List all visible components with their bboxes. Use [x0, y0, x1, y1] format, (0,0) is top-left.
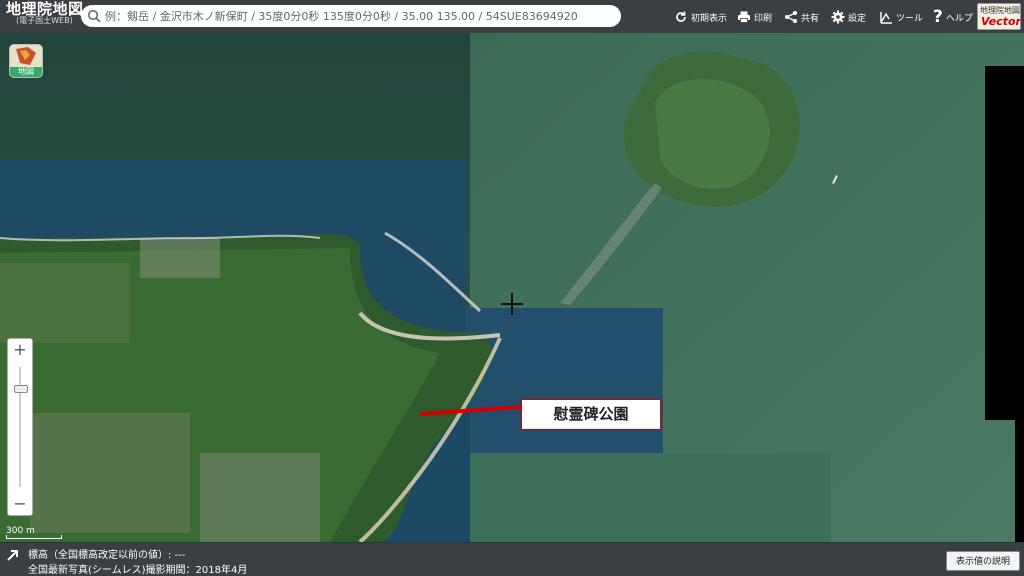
printer-icon [738, 11, 750, 23]
map-annotation-label[interactable]: 慰霊碑公園 [521, 399, 661, 430]
photo-period-text: 全国最新写真(シームレス)撮影期間：2018年4月 [28, 565, 248, 576]
help-label: ヘルプ [945, 13, 973, 24]
zoom-control: + − [7, 338, 33, 516]
gear-icon [831, 10, 845, 24]
scale-bar: 300 m [6, 526, 62, 539]
info-footer: 標高（全国標高改定以前の値）: --- 全国最新写真(シームレス)撮影期間：20… [0, 543, 1024, 576]
share-icon [785, 11, 797, 23]
search-icon [87, 9, 101, 23]
print-label: 印刷 [754, 13, 773, 24]
map-layer-icon [10, 45, 42, 69]
vector-map-badge[interactable]: 地理院地図 Vector [977, 3, 1021, 30]
settings-button[interactable]: 設定 [831, 8, 866, 26]
vector-badge-main: Vector [981, 15, 1021, 28]
layer-select-button[interactable]: 地図 [9, 44, 43, 78]
tools-label: ツール [896, 13, 924, 24]
logo-title: 地理院地図 [6, 0, 84, 18]
initial-view-button[interactable]: 初期表示 [674, 8, 727, 26]
zoom-slider-handle[interactable] [14, 385, 28, 393]
top-toolbar: 地理院地図 (電子国土WEB) 初期表示 印刷 共有 [0, 0, 1024, 33]
share-label: 共有 [801, 13, 820, 24]
aerial-photo [0, 33, 1024, 542]
site-logo[interactable]: 地理院地図 (電子国土WEB) [6, 2, 84, 25]
zoom-out-button[interactable]: − [8, 493, 32, 515]
refresh-icon [676, 11, 686, 22]
layer-button-label: 地図 [10, 67, 42, 77]
search-box[interactable] [81, 5, 621, 27]
print-button[interactable]: 印刷 [737, 8, 772, 26]
map-canvas[interactable] [0, 33, 1024, 542]
elevation-text: 標高（全国標高改定以前の値）: --- [28, 550, 186, 561]
tools-icon [880, 12, 892, 24]
no-data-area-right [985, 66, 1015, 420]
scale-line [6, 535, 62, 539]
explain-values-button[interactable]: 表示値の説明 [946, 551, 1020, 571]
zoom-in-button[interactable]: + [8, 339, 32, 361]
logo-subtitle: (電子国土WEB) [16, 16, 73, 25]
expand-arrow-icon[interactable] [6, 548, 20, 562]
share-button[interactable]: 共有 [784, 8, 819, 26]
help-button[interactable]: ? ヘルプ [933, 7, 973, 27]
settings-label: 設定 [848, 13, 867, 24]
initial-view-label: 初期表示 [691, 13, 728, 24]
center-crosshair-icon [501, 293, 523, 315]
search-input[interactable] [103, 6, 617, 27]
no-data-area-edge [1015, 66, 1024, 542]
help-icon: ? [933, 7, 943, 27]
tools-button[interactable]: ツール [879, 8, 923, 26]
